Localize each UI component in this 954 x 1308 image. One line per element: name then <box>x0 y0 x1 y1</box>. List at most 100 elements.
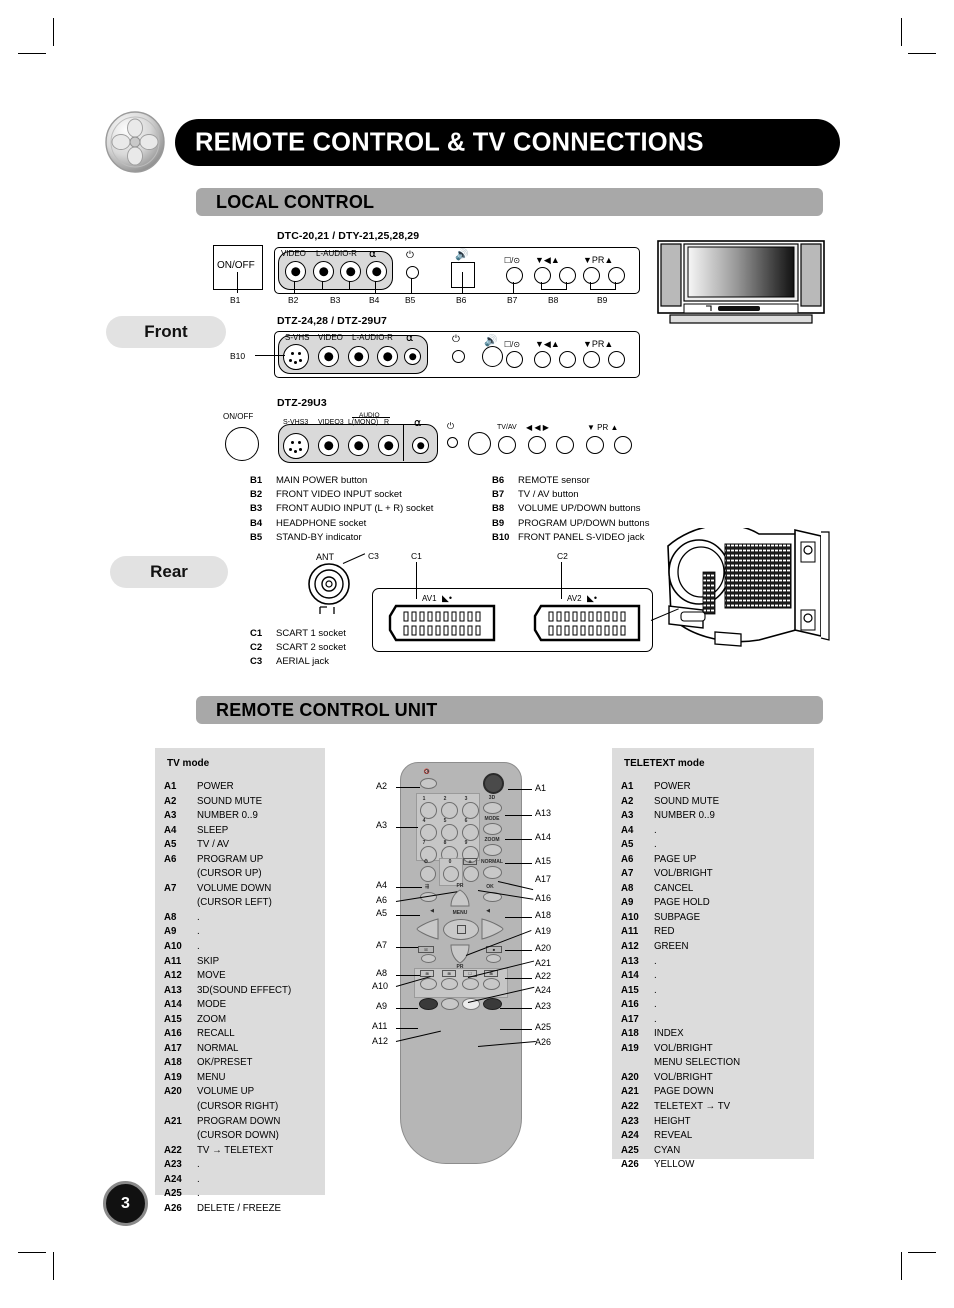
remote-key-sleep[interactable] <box>420 866 436 882</box>
remote-key-red[interactable] <box>419 998 438 1010</box>
mode-list-row: A6 PAGE UP <box>621 853 740 868</box>
l-audio-r-label-row1: L-AUDIO-R <box>316 249 357 258</box>
remote-key-mute[interactable] <box>420 778 437 789</box>
mode-list-key: A3 <box>164 810 177 822</box>
mode-list-text: RED <box>654 926 675 938</box>
callout-line-b7 <box>513 282 514 294</box>
remote-key-height[interactable] <box>483 978 500 990</box>
remote-key-3d[interactable] <box>483 802 502 814</box>
remote-callout-line-a4 <box>396 887 422 888</box>
mode-list-row: A16. <box>621 998 740 1013</box>
remote-callout-a26: A26 <box>535 1037 552 1047</box>
remote-key-recall[interactable] <box>463 866 479 882</box>
remote-key-normal[interactable] <box>483 866 502 879</box>
legend-text: STAND-BY indicator <box>276 531 362 543</box>
remote-callout-line-a5 <box>396 915 420 916</box>
remote-callout-a3: A3 <box>376 820 388 830</box>
legend-key: C1 <box>250 628 263 639</box>
mode-list-row: A21 PROGRAM DOWN <box>164 1115 291 1130</box>
mode-list-key: A8 <box>621 882 634 894</box>
socket-divider-row3 <box>403 424 404 461</box>
remote-key-move[interactable] <box>441 978 458 990</box>
callout-c1: C1 <box>411 551 422 561</box>
mode-list-key: A10 <box>621 911 639 923</box>
mode-list-text: . <box>654 955 657 967</box>
mode-list-text: DELETE / FREEZE <box>197 1202 281 1214</box>
mode-list-row: A15 ZOOM <box>164 1013 291 1028</box>
mode-list-key: A18 <box>621 1028 639 1040</box>
tv-rear-illustration <box>667 528 830 647</box>
remote-key-volume-down[interactable] <box>414 918 440 940</box>
mode-list-text: YELLOW <box>654 1159 695 1171</box>
mode-list-key: A1 <box>621 781 634 792</box>
remote-key-skip[interactable] <box>420 978 437 990</box>
callout-line-b5 <box>411 278 412 294</box>
remote-key-mode[interactable] <box>483 823 502 835</box>
button-volume-down-row3 <box>528 436 546 454</box>
remote-key-reveal[interactable] <box>462 978 479 990</box>
mode-list-key: A21 <box>621 1086 639 1098</box>
callout-line-b6 <box>462 272 463 294</box>
legend-text: AERIAL jack <box>276 656 329 668</box>
mode-list-row: A7 VOLUME DOWN <box>164 882 291 897</box>
mode-list-key: A8 <box>164 911 177 923</box>
remote-key-5[interactable] <box>441 824 458 841</box>
jack-audio-l-row3 <box>348 435 369 456</box>
av2-icon: ◣• <box>587 593 598 603</box>
callout-line-b1 <box>237 272 238 293</box>
callout-b5: B5 <box>405 295 416 305</box>
remote-key-zoom[interactable] <box>483 844 502 856</box>
remote-key-6[interactable] <box>462 824 479 841</box>
mode-list-key: A25 <box>164 1188 182 1200</box>
legend-key: B2 <box>250 489 263 501</box>
remote-key-3[interactable] <box>462 802 479 819</box>
mode-list-text: NUMBER 0..9 <box>197 810 258 822</box>
callout-line-b3b <box>349 281 350 289</box>
legend-key: B1 <box>250 475 263 486</box>
mode-list-text: GREEN <box>654 941 689 953</box>
callout-line-b2 <box>294 281 295 294</box>
mode-list-text: ZOOM <box>197 1013 227 1025</box>
legend-key: B9 <box>492 517 505 529</box>
remote-key-1[interactable] <box>420 802 437 819</box>
mode-list-row: A2 SOUND MUTE <box>164 795 291 810</box>
mode-list-key: A26 <box>164 1202 182 1214</box>
remote-key-teletext-tv[interactable] <box>486 954 501 963</box>
label-rear: Rear <box>110 556 228 588</box>
remote-key-cancel[interactable] <box>421 954 436 963</box>
mode-list-text: PAGE HOLD <box>654 897 710 909</box>
remote-callout-a14: A14 <box>535 832 552 842</box>
remote-key-4[interactable] <box>420 824 437 841</box>
remote-callout-line-a14 <box>505 839 532 840</box>
mode-list-text: . <box>654 824 657 836</box>
callout-line-b9c <box>590 289 616 290</box>
mode-list-row: A2 SOUND MUTE <box>621 795 740 810</box>
mode-list-text: PAGE DOWN <box>654 1086 714 1098</box>
remote-callout-a23: A23 <box>535 1001 552 1011</box>
mode-list-text: SLEEP <box>197 824 229 836</box>
l-mono-label-row3: L(MONO) <box>348 419 379 426</box>
remote-callout-a6: A6 <box>376 895 388 905</box>
mode-list-key: A11 <box>621 926 639 938</box>
mode-list-key: A24 <box>164 1173 182 1185</box>
mode-list-text: TV / AV <box>197 839 230 851</box>
av1-icon: ◣• <box>442 593 453 603</box>
button-program-up-row1 <box>608 267 625 284</box>
callout-b6: B6 <box>456 295 467 305</box>
remote-key-power[interactable] <box>483 773 504 794</box>
jack-headphone-row2 <box>404 348 421 365</box>
mode-list-row: A6 PROGRAM UP <box>164 853 291 868</box>
headphone-icon-row2: ⍺ <box>406 332 414 344</box>
mode-list-key: A24 <box>621 1130 639 1142</box>
remote-key-green[interactable] <box>441 998 459 1010</box>
remote-callout-a8: A8 <box>376 968 388 978</box>
mode-list-text: OK/PRESET <box>197 1057 253 1069</box>
legend-row: B2 FRONT VIDEO INPUT socket <box>250 488 433 502</box>
mode-list-row: A19 MENU <box>164 1071 291 1086</box>
mode-list-text: . <box>197 1173 200 1185</box>
menu-label: MENU <box>452 910 468 916</box>
remote-key-volume-up[interactable] <box>480 918 506 940</box>
remote-key-2[interactable] <box>441 802 458 819</box>
remote-key-zero[interactable] <box>443 866 459 882</box>
legend-row: C1 SCART 1 socket <box>250 627 346 641</box>
